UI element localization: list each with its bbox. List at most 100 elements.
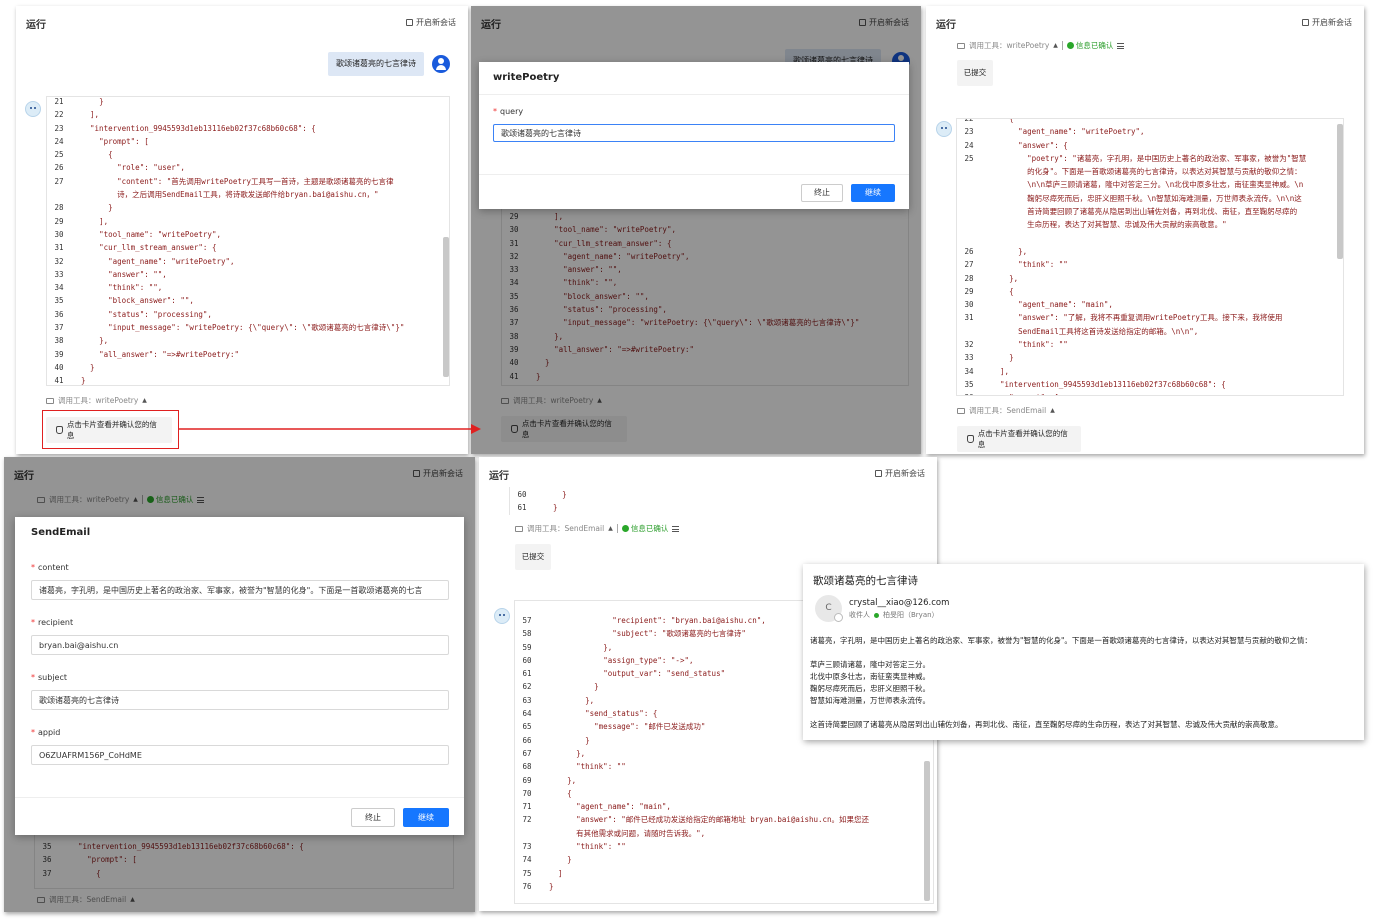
- chevron-up-icon[interactable]: ▲: [608, 525, 613, 532]
- tool-call-row[interactable]: 调用工具：writePoetry ▲: [501, 395, 602, 406]
- code-line: 32 "agent_name": "writePoetry",: [47, 255, 441, 268]
- code-text: "block_answer": "",: [536, 291, 649, 301]
- line-number: 26: [964, 246, 974, 256]
- chevron-up-icon[interactable]: ▲: [133, 496, 138, 503]
- code-text: }: [544, 490, 567, 499]
- line-number: 57: [522, 616, 532, 625]
- code-line: 30 "agent_name": "main",: [957, 298, 1335, 311]
- code-line: 41}: [502, 370, 900, 383]
- poem-line: 智慧如海难测量，万世师表永流传。: [810, 696, 930, 705]
- bot-avatar: [936, 121, 952, 137]
- line-number: 70: [522, 788, 532, 798]
- code-scrollbar[interactable]: [443, 237, 449, 377]
- code-text: ],: [81, 216, 109, 226]
- code-text: "input_message": "writePoetry: {\"query\…: [81, 323, 405, 333]
- code-block-top: 60 } 61 }: [509, 487, 919, 515]
- code-text: {: [549, 788, 572, 798]
- appid-input[interactable]: O6ZUAFRM156P_CoHdME: [31, 745, 449, 765]
- divider: [1061, 41, 1063, 50]
- tool-call-row[interactable]: 调用工具：SendEmail ▲: [37, 894, 135, 905]
- tool-call-row[interactable]: 调用工具：SendEmail ▲ 信息已确认: [515, 523, 680, 534]
- new-session-button[interactable]: 开启新会话: [413, 468, 463, 479]
- code-text: "think": "",: [536, 278, 618, 288]
- line-number: 69: [522, 775, 532, 785]
- code-text: "prompt": [: [81, 136, 149, 146]
- list-icon[interactable]: [1117, 42, 1125, 49]
- confirm-card[interactable]: 点击卡片查看并确认您的信息: [501, 416, 627, 442]
- code-block[interactable]: 29 ], 30 "tool_name": "writePoetry", 31 "c…: [501, 206, 909, 386]
- code-text: "role": "user",: [81, 163, 185, 173]
- line-number: 40: [54, 362, 64, 372]
- code-block[interactable]: 35 "intervention_9945593d1eb13116eb02f37…: [34, 829, 454, 889]
- code-text: }: [549, 735, 590, 745]
- code-line: 35 "intervention_9945593d1eb13116eb02f37…: [957, 378, 1335, 391]
- continue-button[interactable]: 继续: [851, 184, 895, 202]
- code-text: },: [991, 246, 1028, 256]
- confirm-card[interactable]: 点击卡片查看并确认您的信息: [957, 426, 1081, 452]
- code-text: "think": "": [549, 762, 626, 772]
- code-line: 73 "think": "": [515, 840, 925, 853]
- list-icon[interactable]: [197, 496, 205, 503]
- line-number: 22: [964, 118, 974, 123]
- new-session-button[interactable]: 开启新会话: [1302, 17, 1352, 28]
- line-number: 25: [964, 153, 974, 163]
- recipient-name: 柏旻阳（Bryan）: [883, 611, 939, 619]
- chevron-up-icon[interactable]: ▲: [1050, 407, 1055, 414]
- code-text: "send_status": {: [549, 709, 658, 719]
- new-session-button[interactable]: 开启新会话: [875, 468, 925, 479]
- email-intro: 诸葛亮，字孔明，是中国历史上著名的政治家、军事家，被誉为"智慧的化身"。下面是一…: [810, 636, 1312, 645]
- stop-button[interactable]: 终止: [351, 808, 395, 827]
- query-input[interactable]: 歌颂诸葛亮的七言律诗: [493, 124, 895, 142]
- code-block[interactable]: 22 {23 "agent_name": "writePoetry", 24 "a…: [956, 118, 1344, 396]
- code-text: },: [536, 331, 564, 341]
- code-line: 40 }: [47, 361, 441, 374]
- sendemail-dialog: SendEmail * content 诸葛亮，字孔明，是中国历史上著名的政治家、…: [15, 517, 464, 835]
- tool-call-row[interactable]: 调用工具：writePoetry ▲: [46, 395, 147, 406]
- new-chat-icon: [406, 19, 413, 26]
- new-session-button[interactable]: 开启新会话: [859, 17, 909, 28]
- code-text: "prompt": [: [991, 391, 1059, 395]
- code-line: 30 "tool_name": "writePoetry",: [502, 223, 900, 236]
- code-text: "think": "",: [81, 283, 163, 293]
- content-input[interactable]: 诸葛亮，字孔明，是中国历史上著名的政治家、军事家，被誉为"智慧的化身"。下面是一…: [31, 580, 449, 600]
- code-text: }: [81, 203, 113, 213]
- tool-call-row[interactable]: 调用工具：writePoetry ▲ 信息已确认: [37, 494, 205, 505]
- panel-title: 运行: [481, 20, 501, 31]
- panel-title: 运行: [26, 20, 46, 31]
- code-block[interactable]: 21 } 22 ], 23 "intervention_9945593d1eb131…: [46, 96, 450, 386]
- chevron-up-icon[interactable]: ▲: [130, 896, 135, 903]
- code-line: 33 }: [957, 351, 1335, 364]
- list-icon[interactable]: [672, 525, 680, 532]
- line-number: 66: [522, 735, 532, 745]
- line-number: 34: [964, 366, 974, 376]
- tool-call-row[interactable]: 调用工具：writePoetry ▲ 信息已确认: [957, 40, 1125, 51]
- line-number: 31: [964, 313, 974, 323]
- subject-input[interactable]: 歌颂诸葛亮的七言律诗: [31, 690, 449, 710]
- code-scrollbar[interactable]: [924, 761, 930, 901]
- line-number: 26: [54, 163, 64, 173]
- code-line: 70 {: [515, 787, 925, 800]
- code-line: 74 }: [515, 853, 925, 866]
- code-scrollbar[interactable]: [1337, 124, 1343, 259]
- code-text: }: [536, 371, 541, 381]
- line-number: 35: [509, 291, 519, 301]
- recipient-input[interactable]: bryan.bai@aishu.cn: [31, 635, 449, 655]
- chevron-up-icon[interactable]: ▲: [142, 397, 147, 404]
- code-line: 29 ],: [47, 215, 441, 228]
- code-line: 22 {: [957, 118, 1335, 125]
- stop-button[interactable]: 终止: [801, 184, 843, 202]
- hand-pointer-icon: [967, 435, 974, 443]
- tool-icon: [37, 896, 45, 903]
- line-number: 33: [54, 269, 64, 279]
- check-icon: [1066, 42, 1074, 49]
- chevron-up-icon[interactable]: ▲: [597, 397, 602, 404]
- line-number: 31: [509, 238, 519, 248]
- code-text: }: [536, 358, 550, 368]
- new-session-button[interactable]: 开启新会话: [406, 17, 456, 28]
- line-number: 60: [517, 490, 527, 499]
- tool-call-row[interactable]: 调用工具：SendEmail ▲: [957, 405, 1055, 416]
- continue-button[interactable]: 继续: [403, 808, 449, 827]
- line-number: 36: [957, 391, 981, 395]
- line-number: 29: [54, 216, 64, 226]
- chevron-up-icon[interactable]: ▲: [1053, 42, 1058, 49]
